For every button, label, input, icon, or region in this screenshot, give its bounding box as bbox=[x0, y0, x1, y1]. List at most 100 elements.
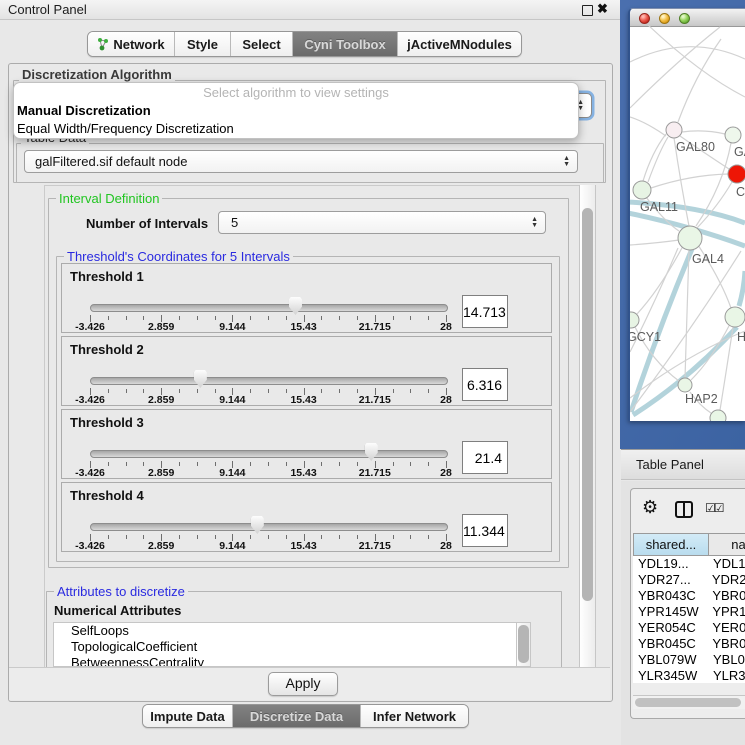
slider-handle[interactable] bbox=[365, 443, 378, 461]
slider-handle[interactable] bbox=[194, 370, 207, 388]
table-horizontal-scrollbar[interactable] bbox=[633, 695, 745, 709]
split-columns-icon[interactable] bbox=[675, 501, 693, 518]
slider-tick bbox=[215, 389, 216, 393]
table-row[interactable]: YBR043CYBR0 bbox=[633, 588, 745, 604]
slider-tick bbox=[393, 389, 394, 393]
network-canvas[interactable]: GAL80GACGAL11GAL4GCY1HHAP2 bbox=[630, 25, 745, 421]
dropdown-option-equal-width-frequency[interactable]: Equal Width/Frequency Discretization bbox=[14, 120, 578, 138]
table-cell-shared-name: YDR27... bbox=[633, 572, 708, 588]
slider-tick bbox=[215, 535, 216, 539]
network-edge bbox=[682, 131, 725, 134]
minimize-traffic-light-icon[interactable] bbox=[659, 13, 670, 24]
attributes-scrollbar[interactable] bbox=[516, 622, 531, 667]
slider-tick bbox=[126, 535, 127, 539]
combo-stepper-icon: ▲▼ bbox=[531, 212, 538, 233]
numerical-attributes-label: Numerical Attributes bbox=[54, 603, 181, 618]
table-row[interactable]: YBR045CYBR0 bbox=[633, 636, 745, 652]
network-node-GA[interactable] bbox=[725, 127, 741, 143]
slider-tick bbox=[197, 316, 198, 320]
number-of-intervals-combobox[interactable]: 5 ▲▼ bbox=[218, 211, 546, 234]
slider-handle[interactable] bbox=[289, 297, 302, 315]
slider-tick-label: 28 bbox=[440, 321, 452, 333]
table-row[interactable]: YDR27...YDR2 bbox=[633, 572, 745, 588]
threshold-panel-1: Threshold 1-3.4262.8599.14415.4321.71528… bbox=[61, 263, 552, 333]
table-hscrollbar-thumb[interactable] bbox=[635, 698, 741, 707]
column-header-shared-name[interactable]: shared... bbox=[633, 533, 709, 556]
float-window-icon[interactable] bbox=[582, 5, 593, 16]
number-of-intervals-label: Number of Intervals bbox=[86, 216, 208, 231]
slider-tick-label: 9.144 bbox=[219, 467, 245, 479]
slider-track[interactable] bbox=[90, 377, 448, 385]
slider-tick bbox=[339, 535, 340, 539]
threshold-value-field[interactable]: 21.4 bbox=[462, 441, 508, 474]
settings-scrollbar[interactable] bbox=[579, 185, 596, 667]
slider-track[interactable] bbox=[90, 450, 448, 458]
attribute-list-item[interactable]: BetweennessCentrality bbox=[54, 655, 516, 667]
network-edge-thick bbox=[739, 271, 745, 306]
threshold-panel-2: Threshold 2-3.4262.8599.14415.4321.71528… bbox=[61, 336, 552, 406]
network-node-label: GCY1 bbox=[630, 330, 661, 344]
network-node-H[interactable] bbox=[725, 307, 745, 327]
discretization-algorithm-title: Discretization Algorithm bbox=[19, 67, 175, 82]
tab-style[interactable]: Style bbox=[175, 32, 231, 56]
slider-handle[interactable] bbox=[251, 516, 264, 534]
top-tab-bar: NetworkStyleSelect Cyni Toolbox jActiveMNo… bbox=[87, 31, 522, 57]
select-columns-icon[interactable]: ☑☑ bbox=[705, 501, 723, 515]
network-node-label: GAL80 bbox=[676, 140, 715, 154]
network-node-GCY1[interactable] bbox=[630, 312, 639, 328]
close-traffic-light-icon[interactable] bbox=[639, 13, 650, 24]
table-cell-name: YBL0 bbox=[709, 652, 745, 668]
tab-network[interactable]: Network bbox=[88, 32, 175, 56]
slider-tick-label: 2.859 bbox=[148, 467, 174, 479]
interval-definition-title: Interval Definition bbox=[56, 191, 162, 206]
tab-infer-network[interactable]: Infer Network bbox=[361, 705, 468, 727]
network-node-GAL80[interactable] bbox=[666, 122, 682, 138]
tab-select[interactable]: Select bbox=[231, 32, 293, 56]
network-node-label: C bbox=[736, 185, 745, 199]
attributes-scrollbar-thumb[interactable] bbox=[518, 625, 529, 663]
table-row[interactable]: YER054CYER0 bbox=[633, 620, 745, 636]
network-node-GAL4[interactable] bbox=[678, 226, 702, 250]
dropdown-option-manual-discretization[interactable]: Manual Discretization bbox=[14, 102, 578, 120]
slider-tick bbox=[197, 535, 198, 539]
tab-label: Cyni Toolbox bbox=[304, 37, 385, 52]
slider-tick bbox=[268, 389, 269, 393]
slider-track[interactable] bbox=[90, 523, 448, 531]
attribute-list-item[interactable]: TopologicalCoefficient bbox=[54, 639, 516, 655]
attribute-list-item[interactable]: SelfLoops bbox=[54, 623, 516, 639]
network-node-GAL11[interactable] bbox=[633, 181, 651, 199]
slider-tick-label: 2.859 bbox=[148, 540, 174, 552]
network-node-red-node[interactable] bbox=[728, 165, 745, 183]
tab-impute-data[interactable]: Impute Data bbox=[143, 705, 233, 727]
gear-icon[interactable]: ⚙ bbox=[642, 498, 658, 516]
slider-tick bbox=[126, 462, 127, 466]
slider-track[interactable] bbox=[90, 304, 448, 312]
tab-cyni-toolbox[interactable]: Cyni Toolbox bbox=[293, 32, 398, 56]
network-node-HAP2[interactable] bbox=[678, 378, 692, 392]
column-header-name[interactable]: na bbox=[709, 533, 745, 556]
network-edge bbox=[630, 117, 666, 136]
slider-tick-label: 28 bbox=[440, 467, 452, 479]
tab-discretize-data[interactable]: Discretize Data bbox=[233, 705, 361, 727]
threshold-value-field[interactable]: 14.713 bbox=[462, 295, 508, 328]
slider-tick bbox=[215, 462, 216, 466]
network-node-bottom-node[interactable] bbox=[710, 410, 726, 421]
zoom-traffic-light-icon[interactable] bbox=[679, 13, 690, 24]
numerical-attributes-list[interactable]: SelfLoopsTopologicalCoefficientBetweenne… bbox=[53, 622, 516, 667]
threshold-value-field[interactable]: 6.316 bbox=[462, 368, 508, 401]
apply-button[interactable]: Apply bbox=[268, 672, 338, 696]
table-row[interactable]: YPR145WYPR1 bbox=[633, 604, 745, 620]
table-row[interactable]: YDL19...YDL1 bbox=[633, 556, 745, 572]
settings-scrollbar-thumb[interactable] bbox=[582, 208, 593, 601]
network-edge bbox=[630, 27, 720, 108]
table-row[interactable]: YBL079WYBL0 bbox=[633, 652, 745, 668]
table-data-combobox[interactable]: galFiltered.sif default node ▲▼ bbox=[24, 150, 578, 173]
slider-tick-label: 21.715 bbox=[359, 321, 391, 333]
tab-jactivemnodules[interactable]: jActiveMNodules bbox=[398, 32, 521, 56]
close-icon[interactable]: ✖ bbox=[597, 1, 608, 17]
table-row[interactable]: YLR345WYLR3 bbox=[633, 668, 745, 683]
slider-tick bbox=[197, 389, 198, 393]
tab-label: jActiveMNodules bbox=[407, 37, 512, 52]
threshold-value-field[interactable]: 11.344 bbox=[462, 514, 508, 547]
slider-tick-label: 28 bbox=[440, 540, 452, 552]
